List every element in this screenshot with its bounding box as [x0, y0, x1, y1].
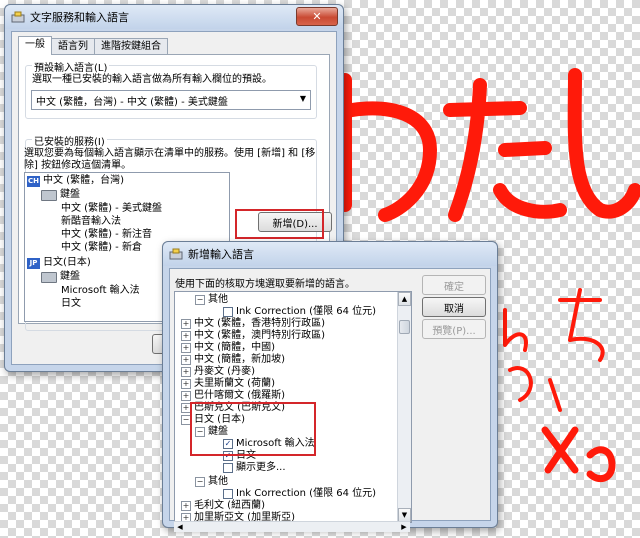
- collapse-icon[interactable]: −: [195, 295, 205, 305]
- language-badge-jp: JP: [27, 257, 40, 269]
- keyboard-icon: [41, 189, 57, 201]
- tree-node[interactable]: + 中文 (繁體，澳門特別行政區): [181, 330, 325, 342]
- expand-icon[interactable]: +: [181, 343, 191, 353]
- scroll-left-icon[interactable]: ◀: [174, 522, 186, 532]
- tree-keyboard-group-ch[interactable]: 鍵盤: [41, 189, 80, 201]
- tree-language-chinese[interactable]: CH 中文 (繁體，台灣): [27, 175, 124, 187]
- tree-item[interactable]: 中文 (繁體) - 新注音: [61, 229, 152, 241]
- tree-check-item[interactable]: Ink Correction (僅限 64 位元): [223, 306, 376, 318]
- installed-services-description-2: 除] 按鈕修改這個清單。: [24, 160, 132, 171]
- tree-item[interactable]: 中文 (繁體) - 新倉: [61, 242, 142, 254]
- scroll-thumb[interactable]: [399, 320, 410, 334]
- tree-node[interactable]: + 中文 (簡體，中國): [181, 342, 275, 354]
- vertical-scrollbar[interactable]: ▲ ▼: [397, 292, 411, 522]
- tree-language-japanese[interactable]: JP 日文(日本): [27, 257, 91, 269]
- expand-icon[interactable]: +: [181, 355, 191, 365]
- stroke-lower-2: [508, 366, 562, 412]
- scroll-down-icon[interactable]: ▼: [398, 508, 411, 522]
- tree-node[interactable]: + 中文 (簡體，新加坡): [181, 354, 285, 366]
- stroke-shi: [567, 68, 640, 219]
- expand-icon[interactable]: +: [181, 319, 191, 329]
- checkbox[interactable]: [223, 489, 233, 499]
- tree-keyboard-group-jp[interactable]: 鍵盤: [41, 271, 80, 283]
- add-language-titlebar[interactable]: 新增輸入語言: [163, 242, 497, 266]
- checkbox[interactable]: [223, 307, 233, 317]
- cancel-button[interactable]: 取消: [422, 297, 486, 317]
- tree-node[interactable]: + 毛利文 (紐西蘭): [181, 500, 265, 512]
- keyboard-app-icon: [11, 11, 25, 23]
- collapse-icon[interactable]: −: [195, 477, 205, 487]
- stroke-ta: [443, 78, 567, 222]
- keyboard-icon: [41, 271, 57, 283]
- tree-show-more[interactable]: 顯示更多...: [223, 462, 286, 474]
- tree-node[interactable]: − 其他: [195, 294, 228, 306]
- default-language-select[interactable]: 中文 (繁體，台灣) - 中文 (繁體) - 美式鍵盤 ▼: [31, 90, 311, 110]
- preview-button[interactable]: 預覽(P)...: [422, 319, 486, 339]
- expand-icon[interactable]: +: [181, 331, 191, 341]
- tree-item[interactable]: Microsoft 輸入法: [61, 285, 140, 297]
- scroll-up-icon[interactable]: ▲: [398, 292, 411, 306]
- tree-node[interactable]: + 中文 (繁體，香港特別行政區): [181, 318, 325, 330]
- expand-icon[interactable]: +: [181, 391, 191, 401]
- tab-language-bar[interactable]: 語言列: [51, 38, 95, 55]
- horizontal-scrollbar[interactable]: ◀ ▶: [174, 521, 410, 532]
- tab-general[interactable]: 一般: [18, 36, 52, 55]
- stroke-lower-3: [541, 426, 616, 483]
- tree-item[interactable]: 新酷音輸入法: [61, 216, 121, 228]
- add-language-client: 使用下面的核取方塊選取要新增的語言。 確定 取消 預覽(P)... − 其他 In…: [169, 268, 491, 532]
- default-language-value: 中文 (繁體，台灣) - 中文 (繁體) - 美式鍵盤: [36, 96, 228, 108]
- tree-node[interactable]: + 夫里斯蘭文 (荷蘭): [181, 378, 275, 390]
- main-dialog-title: 文字服務和輸入語言: [30, 11, 129, 24]
- language-badge-ch: CH: [27, 175, 40, 187]
- tab-advanced-key-settings[interactable]: 進階按鍵組合: [94, 38, 168, 55]
- tree-check-item[interactable]: Ink Correction (僅限 64 位元): [223, 488, 376, 500]
- scroll-right-icon[interactable]: ▶: [398, 522, 410, 532]
- add-language-title: 新增輸入語言: [188, 248, 254, 261]
- keyboard-app-icon: [169, 248, 183, 260]
- ok-button[interactable]: 確定: [422, 275, 486, 295]
- chevron-down-icon: ▼: [299, 94, 306, 103]
- stroke-wa: [323, 73, 437, 222]
- checkbox[interactable]: [223, 463, 233, 473]
- highlight-add-button: [235, 209, 324, 239]
- main-dialog-titlebar[interactable]: 文字服務和輸入語言: [5, 5, 343, 29]
- tree-node[interactable]: − 其他: [195, 476, 228, 488]
- close-icon[interactable]: ✕: [296, 7, 338, 26]
- expand-icon[interactable]: +: [181, 367, 191, 377]
- add-language-dialog: 新增輸入語言 使用下面的核取方塊選取要新增的語言。 確定 取消 預覽(P)...…: [162, 241, 498, 532]
- stroke-lower-1: [503, 288, 605, 362]
- add-language-instruction: 使用下面的核取方塊選取要新增的語言。: [175, 279, 355, 290]
- tree-item[interactable]: 中文 (繁體) - 美式鍵盤: [61, 203, 162, 215]
- default-language-group: 預設輸入語言(L) 選取一種已安裝的輸入語言做為所有輸入欄位的預設。 中文 (繁…: [25, 59, 317, 119]
- tree-item[interactable]: 日文: [61, 298, 81, 310]
- tree-node[interactable]: + 巴什喀爾文 (俄羅斯): [181, 390, 285, 402]
- expand-icon[interactable]: +: [181, 501, 191, 511]
- tree-node[interactable]: + 丹麥文 (丹麥): [181, 366, 255, 378]
- highlight-japanese-selection: [190, 402, 316, 456]
- default-language-description: 選取一種已安裝的輸入語言做為所有輸入欄位的預設。: [32, 74, 272, 85]
- expand-icon[interactable]: +: [181, 379, 191, 389]
